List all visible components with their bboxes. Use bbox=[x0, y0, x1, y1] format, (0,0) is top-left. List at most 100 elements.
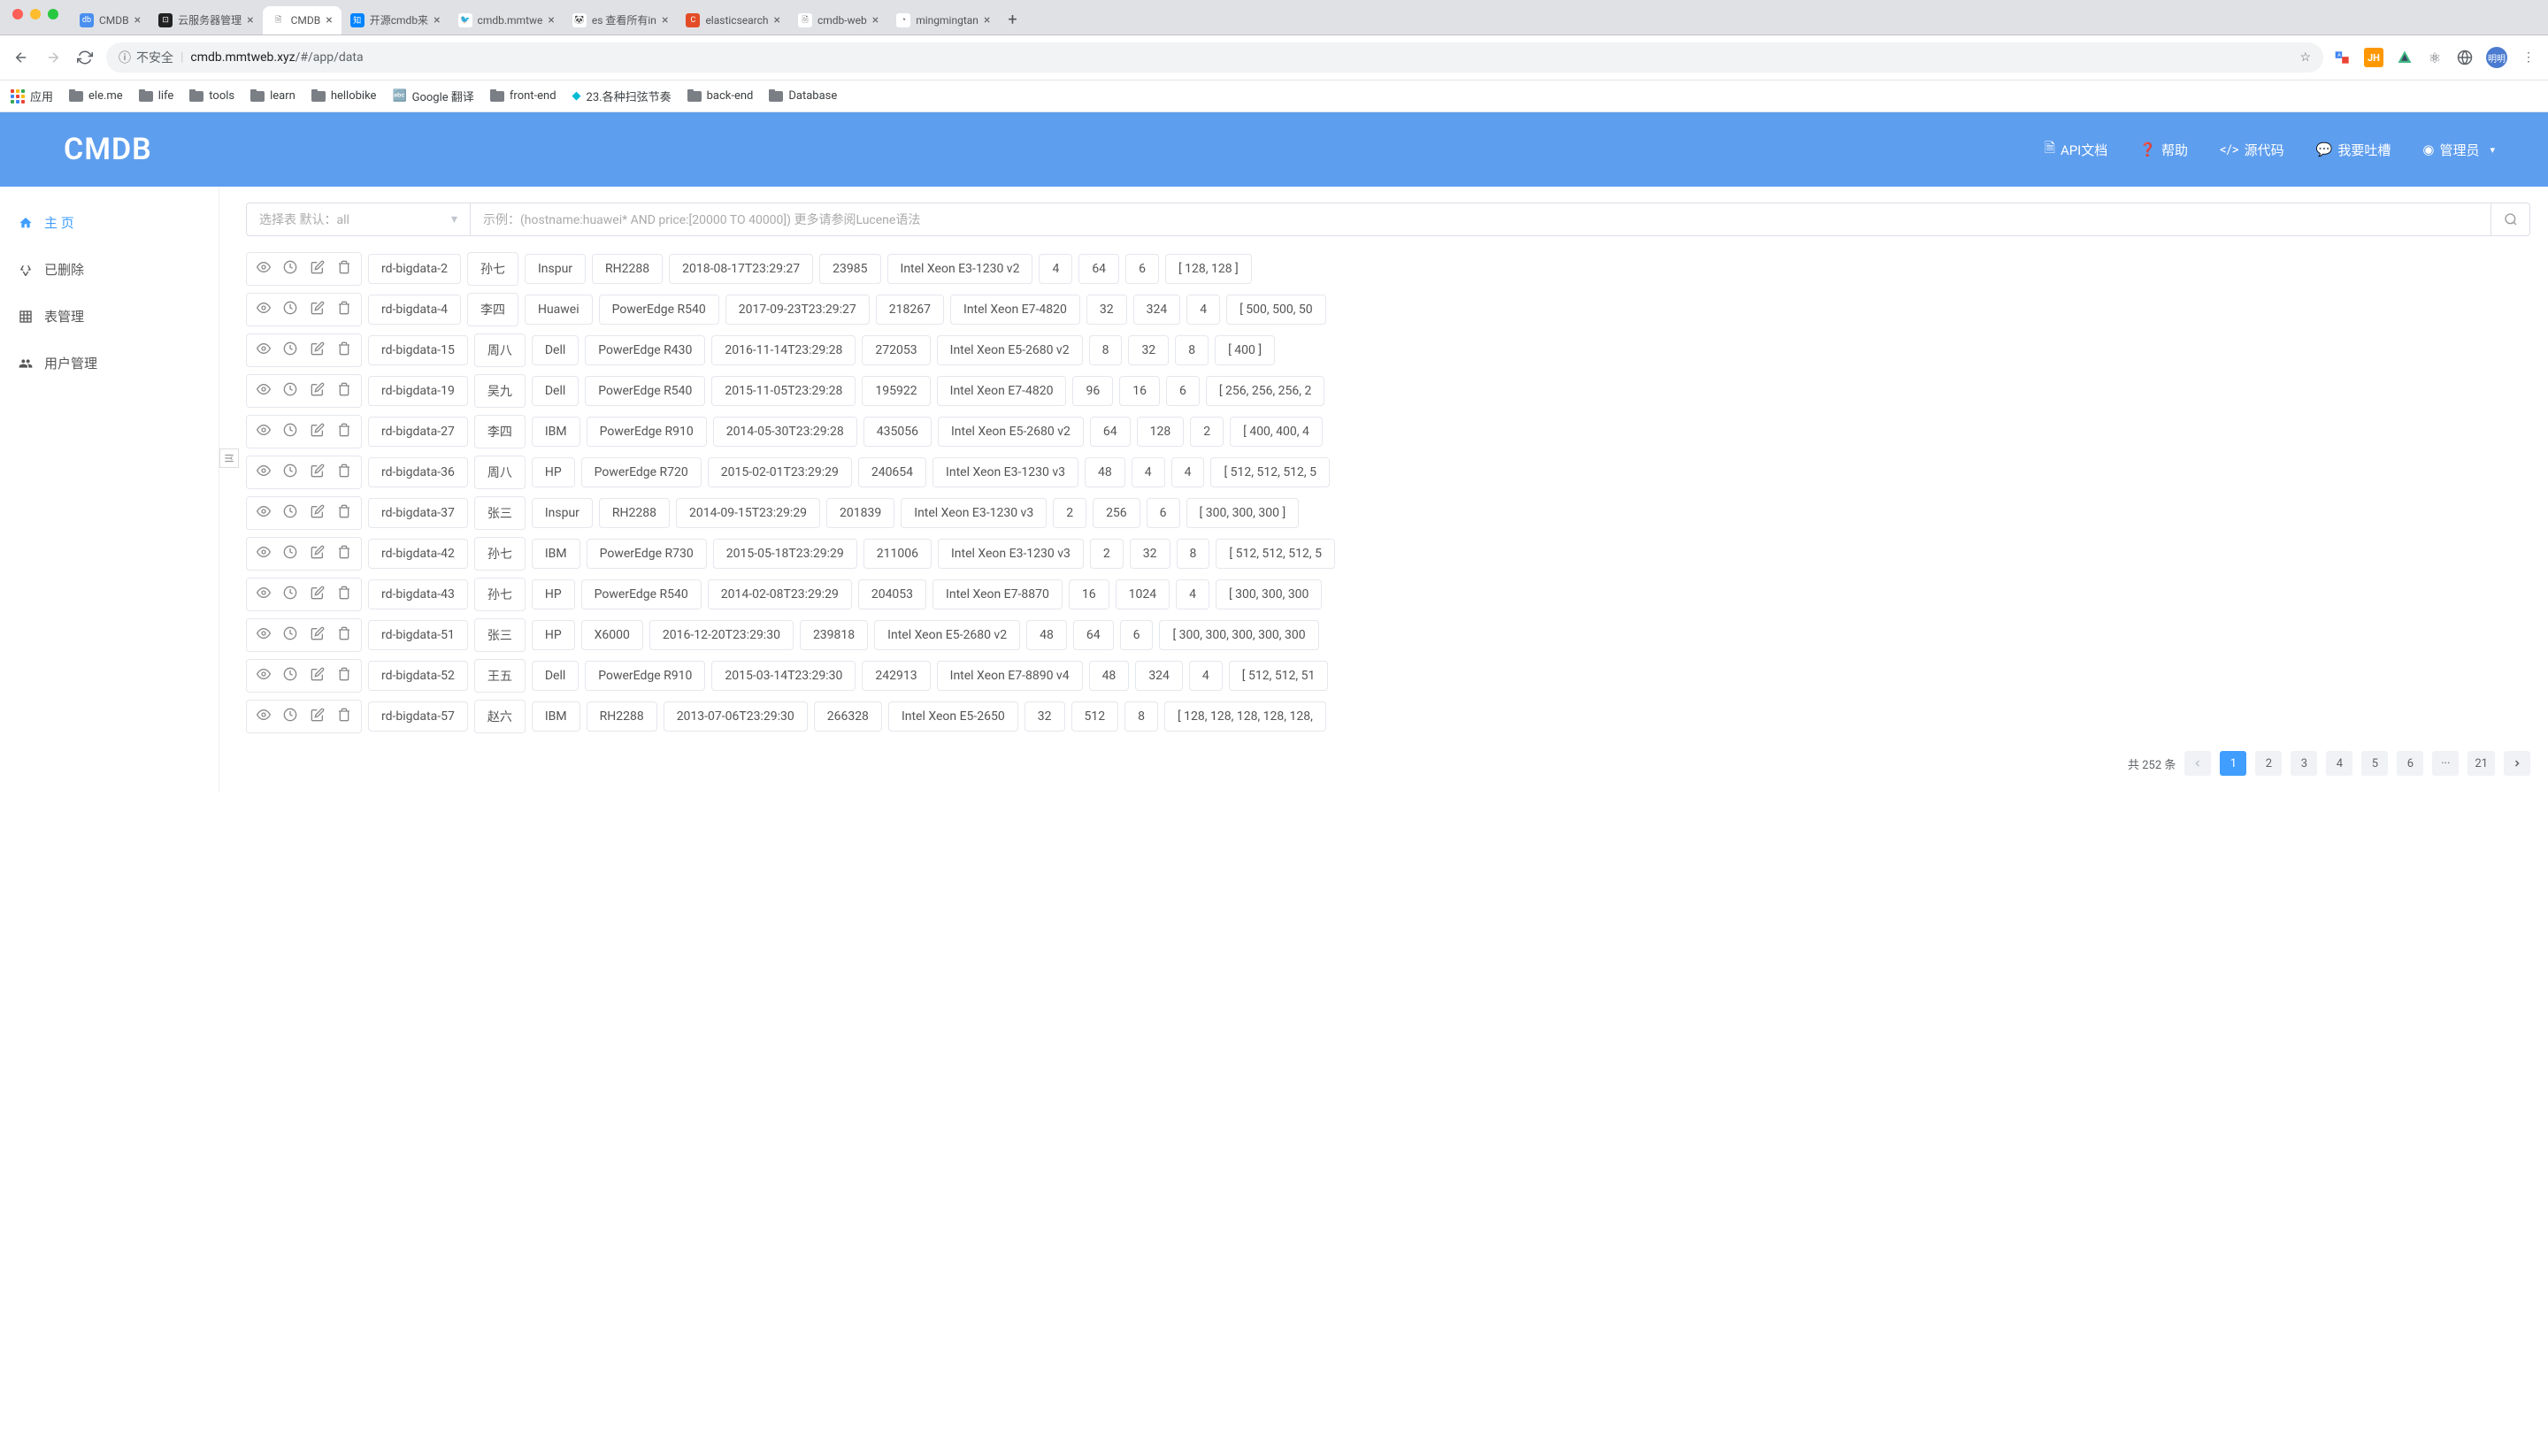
delete-icon[interactable] bbox=[337, 708, 351, 725]
delete-icon[interactable] bbox=[337, 423, 351, 441]
tab-close-icon[interactable]: × bbox=[326, 14, 332, 27]
reload-button[interactable] bbox=[74, 47, 96, 68]
forward-button[interactable] bbox=[42, 47, 64, 68]
delete-icon[interactable] bbox=[337, 504, 351, 522]
menu-icon[interactable]: ⋮ bbox=[2520, 49, 2537, 66]
browser-tab[interactable]: 🗎 cmdb-web × bbox=[789, 6, 887, 34]
bookmark-folder[interactable]: tools bbox=[189, 89, 234, 103]
browser-tab[interactable]: ◔ mingmingtan × bbox=[887, 6, 999, 34]
translate-icon[interactable]: A bbox=[2334, 49, 2352, 66]
page-number-button[interactable]: 6 bbox=[2397, 751, 2423, 776]
view-icon[interactable] bbox=[257, 626, 271, 644]
url-bar[interactable]: ⓘ 不安全 | cmdb.mmtweb.xyz/#/app/data ☆ bbox=[106, 42, 2323, 73]
edit-icon[interactable] bbox=[311, 504, 325, 522]
window-maximize[interactable] bbox=[48, 9, 58, 19]
delete-icon[interactable] bbox=[337, 260, 351, 278]
tab-close-icon[interactable]: × bbox=[872, 14, 879, 27]
history-icon[interactable] bbox=[283, 301, 297, 318]
search-input[interactable]: 示例：(hostname:huawei* AND price:[20000 TO… bbox=[471, 203, 2491, 236]
browser-tab[interactable]: db CMDB × bbox=[71, 6, 150, 34]
view-icon[interactable] bbox=[257, 301, 271, 318]
table-select[interactable]: 选择表 默认：all ▾ bbox=[246, 203, 471, 236]
edit-icon[interactable] bbox=[311, 545, 325, 563]
browser-tab[interactable]: 知 开源cmdb来 × bbox=[342, 5, 449, 34]
history-icon[interactable] bbox=[283, 464, 297, 481]
view-icon[interactable] bbox=[257, 708, 271, 725]
history-icon[interactable] bbox=[283, 382, 297, 400]
edit-icon[interactable] bbox=[311, 301, 325, 318]
page-number-button[interactable]: 21 bbox=[2467, 751, 2495, 776]
apps-shortcut[interactable]: 应用 bbox=[11, 88, 53, 104]
bookmark-folder[interactable]: ele.me bbox=[69, 89, 123, 103]
api-docs-link[interactable]: 🗎API文档 bbox=[2045, 139, 2107, 161]
delete-icon[interactable] bbox=[337, 667, 351, 685]
history-icon[interactable] bbox=[283, 586, 297, 603]
window-minimize[interactable] bbox=[30, 9, 41, 19]
tab-close-icon[interactable]: × bbox=[774, 14, 780, 27]
new-tab-button[interactable]: + bbox=[999, 7, 1025, 33]
view-icon[interactable] bbox=[257, 667, 271, 685]
next-page-button[interactable] bbox=[2504, 751, 2530, 776]
back-button[interactable] bbox=[11, 47, 32, 68]
delete-icon[interactable] bbox=[337, 341, 351, 359]
search-button[interactable] bbox=[2491, 203, 2530, 236]
view-icon[interactable] bbox=[257, 423, 271, 441]
sidebar-user-mgmt[interactable]: 用户管理 bbox=[0, 340, 219, 387]
edit-icon[interactable] bbox=[311, 260, 325, 278]
sidebar-table-mgmt[interactable]: 表管理 bbox=[0, 293, 219, 340]
bookmark-folder[interactable]: hellobike bbox=[311, 89, 377, 103]
bookmark-folder[interactable]: back-end bbox=[687, 89, 754, 103]
diamond-bookmark[interactable]: ◆ 23.各种扫弦节奏 bbox=[572, 88, 672, 104]
history-icon[interactable] bbox=[283, 423, 297, 441]
view-icon[interactable] bbox=[257, 341, 271, 359]
page-number-button[interactable]: 1 bbox=[2220, 751, 2246, 776]
tab-close-icon[interactable]: × bbox=[434, 14, 440, 27]
page-number-button[interactable]: ··· bbox=[2432, 751, 2459, 776]
tab-close-icon[interactable]: × bbox=[984, 14, 990, 27]
page-number-button[interactable]: 3 bbox=[2291, 751, 2317, 776]
view-icon[interactable] bbox=[257, 464, 271, 481]
window-close[interactable] bbox=[12, 9, 23, 19]
history-icon[interactable] bbox=[283, 667, 297, 685]
view-icon[interactable] bbox=[257, 545, 271, 563]
globe-icon[interactable] bbox=[2456, 49, 2474, 66]
history-icon[interactable] bbox=[283, 708, 297, 725]
profile-avatar[interactable]: 明明 bbox=[2486, 47, 2507, 68]
delete-icon[interactable] bbox=[337, 586, 351, 603]
ext-jh-icon[interactable]: JH bbox=[2364, 48, 2383, 67]
prev-page-button[interactable] bbox=[2184, 751, 2211, 776]
browser-tab[interactable]: C elasticsearch × bbox=[677, 6, 789, 34]
tab-close-icon[interactable]: × bbox=[247, 14, 253, 27]
edit-icon[interactable] bbox=[311, 667, 325, 685]
history-icon[interactable] bbox=[283, 504, 297, 522]
view-icon[interactable] bbox=[257, 382, 271, 400]
history-icon[interactable] bbox=[283, 626, 297, 644]
view-icon[interactable] bbox=[257, 260, 271, 278]
admin-menu[interactable]: ◉管理员▾ bbox=[2422, 141, 2495, 159]
help-link[interactable]: ❓帮助 bbox=[2139, 141, 2188, 159]
delete-icon[interactable] bbox=[337, 545, 351, 563]
sidebar-collapse-toggle[interactable] bbox=[219, 448, 239, 468]
edit-icon[interactable] bbox=[311, 708, 325, 725]
edit-icon[interactable] bbox=[311, 423, 325, 441]
source-code-link[interactable]: </>源代码 bbox=[2220, 141, 2284, 159]
view-icon[interactable] bbox=[257, 586, 271, 603]
bookmark-folder[interactable]: front-end bbox=[490, 89, 556, 103]
sidebar-deleted[interactable]: 已删除 bbox=[0, 246, 219, 293]
page-number-button[interactable]: 4 bbox=[2326, 751, 2352, 776]
feedback-link[interactable]: 💬我要吐槽 bbox=[2316, 141, 2391, 159]
edit-icon[interactable] bbox=[311, 464, 325, 481]
page-number-button[interactable]: 5 bbox=[2361, 751, 2388, 776]
sidebar-home[interactable]: 主 页 bbox=[0, 199, 219, 246]
tab-close-icon[interactable]: × bbox=[662, 14, 668, 27]
bookmark-folder[interactable]: learn bbox=[250, 89, 295, 103]
browser-tab[interactable]: ⊡ 云服务器管理 × bbox=[150, 5, 263, 34]
edit-icon[interactable] bbox=[311, 341, 325, 359]
google-translate-bookmark[interactable]: 🔤 Google 翻译 bbox=[392, 88, 473, 104]
delete-icon[interactable] bbox=[337, 626, 351, 644]
delete-icon[interactable] bbox=[337, 301, 351, 318]
history-icon[interactable] bbox=[283, 545, 297, 563]
bookmark-folder[interactable]: life bbox=[139, 89, 174, 103]
bookmark-folder[interactable]: Database bbox=[769, 89, 837, 103]
page-number-button[interactable]: 2 bbox=[2255, 751, 2282, 776]
